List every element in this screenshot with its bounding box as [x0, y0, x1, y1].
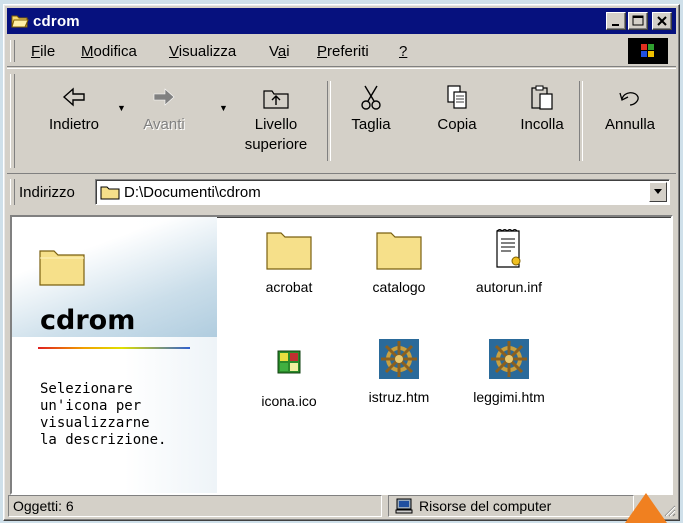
menu-modifica[interactable]: Modifica	[81, 43, 137, 60]
windows-logo-icon	[628, 38, 668, 64]
up-level-button[interactable]: Livello superiore	[233, 83, 319, 155]
maximize-icon	[632, 15, 644, 26]
explorer-window: cdrom File Modifica Visualizza Vai Prefe…	[3, 4, 680, 521]
status-bar: Oggetti: 6 Risorse del computer	[7, 493, 676, 517]
folder-view[interactable]: cdrom Selezionare un'icona per visualizz…	[10, 215, 673, 495]
undo-button[interactable]: Annulla	[593, 83, 667, 135]
toolbar-separator	[579, 81, 583, 161]
ico-file-icon	[277, 350, 301, 374]
computer-icon	[395, 498, 413, 514]
menu-preferiti[interactable]: Preferiti	[317, 43, 369, 60]
address-value: D:\Documenti\cdrom	[124, 184, 261, 201]
status-location: Risorse del computer	[388, 495, 634, 517]
copy-button[interactable]: Copia	[425, 83, 489, 135]
minimize-icon	[612, 24, 619, 26]
file-item[interactable]: catalogo	[349, 227, 449, 295]
ship-wheel-icon	[489, 339, 529, 379]
file-item[interactable]: istruz.htm	[349, 337, 449, 405]
address-field[interactable]: D:\Documenti\cdrom	[95, 179, 670, 205]
back-button[interactable]: Indietro	[39, 83, 109, 135]
toolbar-separator	[327, 81, 331, 161]
address-bar: Indirizzo D:\Documenti\cdrom	[7, 174, 676, 210]
up-folder-icon	[263, 90, 289, 109]
file-item[interactable]: icona.ico	[239, 341, 339, 409]
ship-wheel-icon	[379, 339, 419, 379]
clipboard-icon	[531, 85, 553, 110]
menu-help[interactable]: ?	[399, 43, 407, 60]
window-title: cdrom	[33, 13, 80, 30]
address-grip[interactable]	[10, 179, 15, 205]
toolbar-grip[interactable]	[10, 74, 15, 168]
orange-arrow-icon	[625, 493, 667, 523]
forward-button[interactable]: Avanti	[129, 83, 199, 135]
folder-icon	[39, 250, 85, 286]
open-folder-icon	[11, 15, 29, 28]
rainbow-divider	[38, 347, 190, 349]
maximize-button[interactable]	[628, 12, 648, 30]
chevron-down-icon	[654, 189, 662, 194]
menu-grip[interactable]	[10, 40, 15, 62]
scissors-icon	[361, 85, 381, 110]
menu-vai[interactable]: Vai	[269, 43, 290, 60]
file-item[interactable]: autorun.inf	[459, 227, 559, 295]
paste-button[interactable]: Incolla	[509, 83, 575, 135]
menu-file[interactable]: File	[31, 43, 55, 60]
close-icon	[657, 16, 667, 26]
back-arrow-icon	[62, 87, 85, 107]
web-view-panel: cdrom Selezionare un'icona per visualizz…	[12, 217, 217, 493]
back-dropdown-icon[interactable]: ▼	[117, 103, 126, 113]
forward-dropdown-icon[interactable]: ▼	[219, 103, 228, 113]
folder-icon	[266, 232, 312, 270]
menu-bar: File Modifica Visualizza Vai Preferiti ?	[7, 36, 676, 67]
address-label: Indirizzo	[19, 184, 75, 201]
file-item[interactable]: acrobat	[239, 227, 339, 295]
forward-arrow-icon	[153, 88, 175, 106]
settings-file-icon	[496, 229, 521, 268]
folder-icon	[376, 232, 422, 270]
address-dropdown-button[interactable]	[649, 182, 667, 202]
cut-button[interactable]: Taglia	[339, 83, 403, 135]
folder-title: cdrom	[40, 305, 136, 336]
undo-icon	[619, 92, 639, 106]
title-bar[interactable]: cdrom	[7, 8, 676, 34]
minimize-button[interactable]	[606, 12, 626, 30]
close-button[interactable]	[652, 12, 672, 30]
copy-icon	[447, 85, 467, 109]
folder-icon	[100, 186, 120, 200]
standard-toolbar: Indietro ▼ Avanti ▼ Livello superiore Ta…	[7, 68, 676, 174]
panel-description: Selezionare un'icona per visualizzarne l…	[40, 381, 167, 448]
file-item[interactable]: leggimi.htm	[459, 337, 559, 405]
menu-visualizza[interactable]: Visualizza	[169, 43, 236, 60]
status-objects: Oggetti: 6	[8, 495, 382, 517]
